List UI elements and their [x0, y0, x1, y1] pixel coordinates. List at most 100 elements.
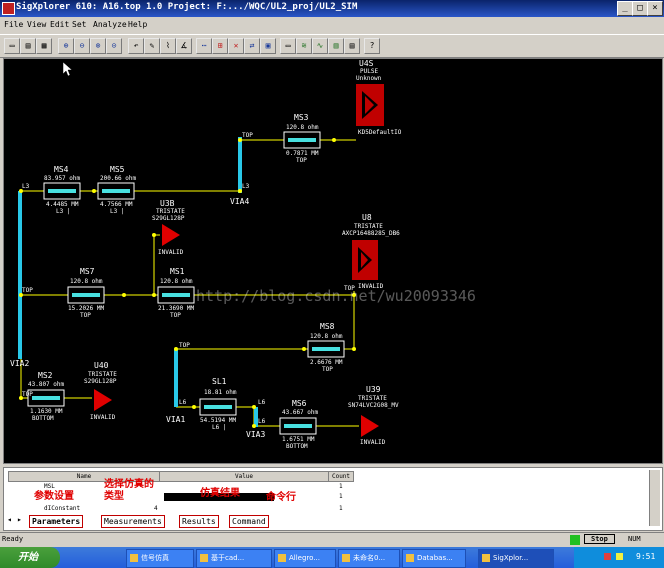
save-icon[interactable]: ▦ — [36, 38, 52, 54]
edit-icon[interactable]: ✎ — [144, 38, 160, 54]
route-icon[interactable]: ⌇ — [160, 38, 176, 54]
menu-analyze[interactable]: Analyze — [93, 20, 127, 29]
tline-name: MS6 — [292, 399, 307, 408]
taskbar-item[interactable]: Databas... — [402, 549, 466, 568]
zoom-out-icon[interactable]: ⊖ — [74, 38, 90, 54]
tline-length: 54.5194 MM — [200, 417, 237, 424]
driver-state: TRISTATE — [156, 208, 185, 215]
status-indicator — [570, 535, 580, 545]
tline-layer: L6 | — [212, 424, 227, 431]
taskbar-item[interactable]: Allegro... — [274, 549, 336, 568]
document-icon — [200, 554, 208, 562]
tab-results[interactable]: Results — [179, 515, 219, 528]
param-name[interactable]: dIConstant — [44, 505, 80, 512]
graph-icon[interactable]: ≋ — [296, 38, 312, 54]
help-icon[interactable]: ? — [364, 38, 380, 54]
tline-name: MS4 — [54, 165, 69, 174]
layer-tag: L6 — [258, 418, 266, 425]
annotation-command: 命令行 — [266, 492, 296, 503]
column-header-count[interactable]: Count — [328, 471, 354, 482]
spreadsheet-icon[interactable]: ▥ — [328, 38, 344, 54]
waveform-icon[interactable]: ∿ — [312, 38, 328, 54]
stop-button[interactable]: Stop — [584, 534, 615, 544]
start-button[interactable]: 开始 — [0, 547, 60, 568]
report-icon[interactable]: ▤ — [344, 38, 360, 54]
zoom-fit-icon[interactable]: ⊗ — [90, 38, 106, 54]
driver-state: TRISTATE — [88, 371, 117, 378]
layer-tag: L3 — [22, 183, 30, 190]
layer-tag: TOP — [22, 287, 33, 294]
driver-model: S29GL128P — [152, 215, 185, 222]
taskbar-item-active[interactable]: SigXplor... — [478, 549, 554, 568]
param-value[interactable]: 4 — [154, 505, 158, 512]
menu-file[interactable]: File — [4, 20, 23, 29]
tline-name: SL1 — [212, 377, 227, 386]
menu-help[interactable]: Help — [128, 20, 147, 29]
tray-icon[interactable] — [616, 553, 623, 560]
tab-command[interactable]: Command — [229, 515, 269, 528]
schematic-canvas[interactable]: MS4 83.957 ohm 4.4485 MM L3 | MS5 200.66… — [3, 58, 663, 464]
driver-model: S29GL128P — [84, 378, 117, 385]
delete-icon[interactable]: ✕ — [228, 38, 244, 54]
taskbar-item[interactable]: 未命名0... — [338, 549, 400, 568]
tline-name: MS7 — [80, 267, 95, 276]
driver-status: INVALID — [360, 439, 386, 446]
num-lock-indicator: NUM — [628, 535, 641, 543]
template-icon[interactable]: ▣ — [260, 38, 276, 54]
tline-impedance: 200.66 ohm — [100, 175, 137, 182]
taskbar: 开始 信号仿真 基于cad... Allegro... 未命名0... Data… — [0, 547, 664, 568]
taskbar-item[interactable]: 基于cad... — [196, 549, 272, 568]
toolbar: ▭ ▤ ▦ ⊕ ⊖ ⊗ ⊙ ↶ ✎ ⌇ ∡ ⋯ ⊞ ✕ ⇄ ▣ ▭ ≋ ∿ ▥ … — [0, 34, 664, 58]
driver-model: SN74LVC2G08_MV — [348, 402, 399, 409]
mirror-icon[interactable]: ⇄ — [244, 38, 260, 54]
new-icon[interactable]: ▭ — [4, 38, 20, 54]
add-part-icon[interactable]: ⊞ — [212, 38, 228, 54]
tline-layer: TOP — [296, 157, 307, 164]
tline-name: MS2 — [38, 371, 53, 380]
tab-measurements[interactable]: Measurements — [101, 515, 165, 528]
folder-icon — [130, 554, 138, 562]
tline-impedance: 120.8 ohm — [160, 278, 193, 285]
panel-tabs: ◂ ▸ Parameters Measurements Results Comm… — [3, 514, 661, 528]
tray-icon[interactable] — [604, 553, 611, 560]
close-button[interactable]: × — [647, 1, 663, 16]
tline-name: MS1 — [170, 267, 185, 276]
via-label: VIA1 — [166, 415, 186, 424]
driver-model: Unknown — [356, 75, 382, 82]
tline-length: 4.4485 MM — [46, 201, 79, 208]
menu-view[interactable]: View — [27, 20, 46, 29]
annotation-sim-type: 选择仿真的 类型 — [104, 479, 154, 502]
menu-edit[interactable]: Edit — [50, 20, 69, 29]
tab-scroll-right-icon[interactable]: ▸ — [17, 515, 22, 524]
tline-impedance: 83.957 ohm — [44, 175, 81, 182]
measure-icon[interactable]: ∡ — [176, 38, 192, 54]
maximize-button[interactable]: □ — [632, 1, 648, 16]
system-tray: 9:51 — [574, 547, 664, 568]
open-icon[interactable]: ▤ — [20, 38, 36, 54]
column-header-value[interactable]: Value — [159, 471, 329, 482]
undo-icon[interactable]: ↶ — [128, 38, 144, 54]
clock: 9:51 — [636, 552, 656, 561]
menu-bar: File View Edit Set Analyze Help — [0, 18, 664, 33]
zoom-prev-icon[interactable]: ⊙ — [106, 38, 122, 54]
title-bar: SigXplorer 610: A16.top 1.0 Project: F:.… — [0, 0, 664, 17]
tline-name: MS5 — [110, 165, 125, 174]
tline-icon[interactable]: ▭ — [280, 38, 296, 54]
minimize-button[interactable]: _ — [617, 1, 633, 16]
param-count: 1 — [339, 493, 343, 500]
tline-length: 0.7871 MM — [286, 150, 319, 157]
zoom-in-icon[interactable]: ⊕ — [58, 38, 74, 54]
taskbar-item[interactable]: 信号仿真 — [126, 549, 194, 568]
tline-impedance: 43.667 ohm — [282, 409, 319, 416]
tline-layer: BOTTOM — [32, 415, 54, 422]
tline-layer: TOP — [80, 312, 91, 319]
tab-parameters[interactable]: Parameters — [29, 515, 84, 528]
tline-impedance: 120.8 ohm — [70, 278, 103, 285]
menu-set[interactable]: Set — [72, 20, 86, 29]
tab-scroll-left-icon[interactable]: ◂ — [7, 515, 12, 524]
layer-tag: TOP — [242, 132, 253, 139]
via-label: VIA3 — [246, 430, 266, 439]
app-icon — [2, 2, 15, 15]
tline-length: 1.1630 MM — [30, 408, 63, 415]
connect-icon[interactable]: ⋯ — [196, 38, 212, 54]
